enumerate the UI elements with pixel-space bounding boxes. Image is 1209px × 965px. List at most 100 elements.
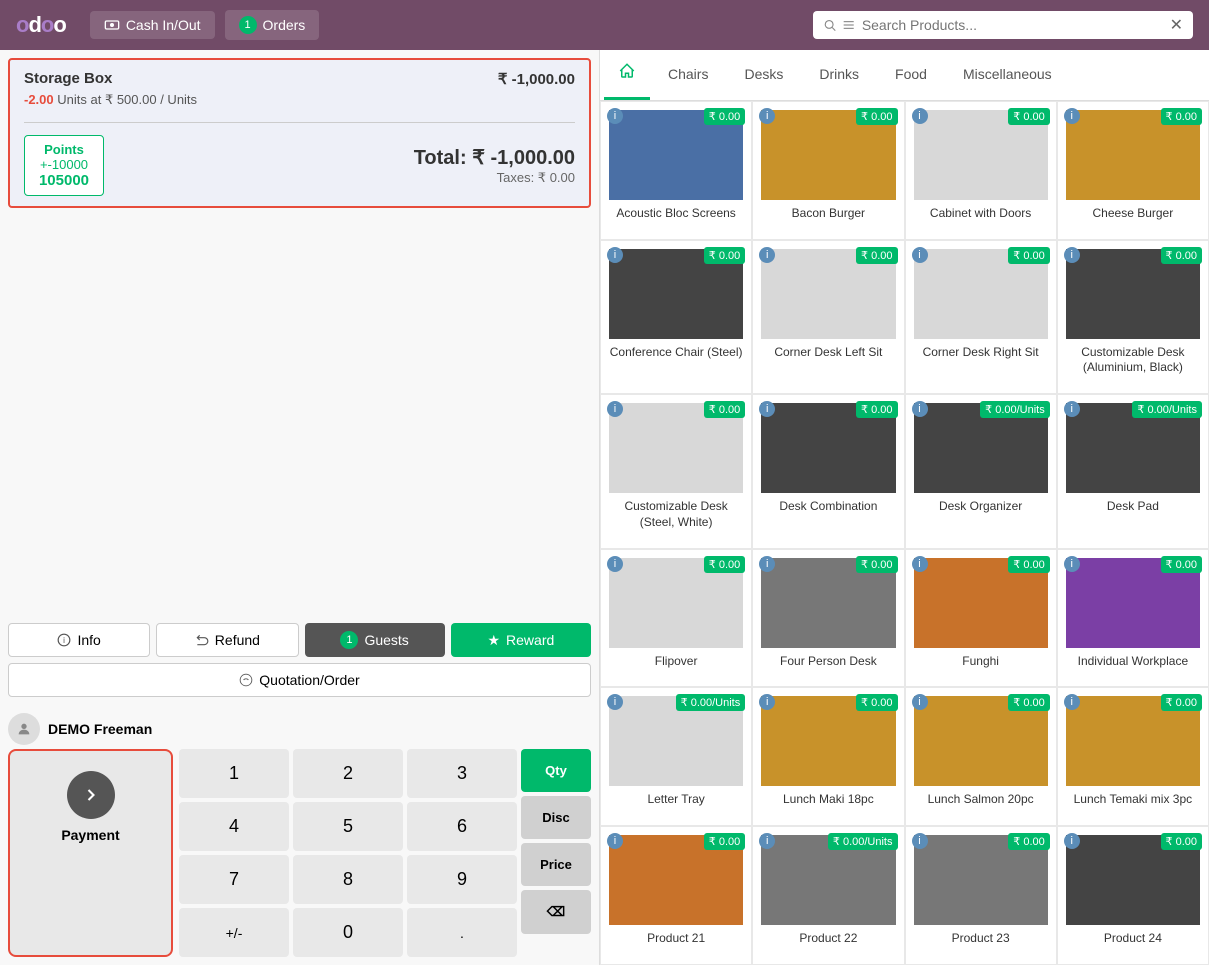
product-card[interactable]: i ₹ 0.00 Corner Desk Right Sit xyxy=(905,240,1057,394)
product-name: Cabinet with Doors xyxy=(930,206,1031,222)
tab-chairs[interactable]: Chairs xyxy=(650,54,726,97)
guests-button[interactable]: 1 Guests xyxy=(305,623,445,657)
payment-button[interactable]: Payment xyxy=(8,749,173,957)
product-card[interactable]: i ₹ 0.00 Conference Chair (Steel) xyxy=(600,240,752,394)
qty-button[interactable]: Qty xyxy=(521,749,591,792)
product-info-badge[interactable]: i xyxy=(607,247,623,263)
refund-button[interactable]: Refund xyxy=(156,623,298,657)
product-info-badge[interactable]: i xyxy=(759,556,775,572)
orders-button[interactable]: 1 Orders xyxy=(225,10,320,40)
product-info-badge[interactable]: i xyxy=(607,108,623,124)
tab-home[interactable] xyxy=(604,50,650,100)
product-card[interactable]: i ₹ 0.00/Units Letter Tray xyxy=(600,687,752,826)
product-info-badge[interactable]: i xyxy=(912,556,928,572)
product-info-badge[interactable]: i xyxy=(912,108,928,124)
product-price-badge: ₹ 0.00 xyxy=(856,694,897,711)
product-price-badge: ₹ 0.00 xyxy=(1008,247,1049,264)
product-name: Lunch Temaki mix 3pc xyxy=(1074,792,1193,808)
product-name: Product 21 xyxy=(647,931,705,947)
key-0[interactable]: 0 xyxy=(293,908,403,957)
numpad-grid-wrapper: 1 2 3 4 5 6 7 8 9 +/- 0 . Qty xyxy=(179,749,591,957)
product-card[interactable]: i ₹ 0.00 Individual Workplace xyxy=(1057,549,1209,688)
tab-desks[interactable]: Desks xyxy=(726,54,801,97)
product-price-badge: ₹ 0.00 xyxy=(856,556,897,573)
product-card[interactable]: i ₹ 0.00/Units Desk Pad xyxy=(1057,394,1209,548)
product-info-badge[interactable]: i xyxy=(912,833,928,849)
key-2[interactable]: 2 xyxy=(293,749,403,798)
tab-miscellaneous[interactable]: Miscellaneous xyxy=(945,54,1070,97)
cash-in-out-button[interactable]: Cash In/Out xyxy=(90,11,215,39)
product-card[interactable]: i ₹ 0.00 Funghi xyxy=(905,549,1057,688)
quotation-label: Quotation/Order xyxy=(259,672,359,688)
product-card[interactable]: i ₹ 0.00 Product 24 xyxy=(1057,826,1209,965)
product-card[interactable]: i ₹ 0.00 Cheese Burger xyxy=(1057,101,1209,240)
key-4[interactable]: 4 xyxy=(179,802,289,851)
product-price-badge: ₹ 0.00 xyxy=(1161,694,1202,711)
product-info-badge[interactable]: i xyxy=(1064,108,1080,124)
product-info-badge[interactable]: i xyxy=(607,556,623,572)
product-card[interactable]: i ₹ 0.00 Bacon Burger xyxy=(752,101,904,240)
product-info-badge[interactable]: i xyxy=(912,401,928,417)
search-input[interactable] xyxy=(862,17,1164,33)
product-card[interactable]: i ₹ 0.00 Lunch Salmon 20pc xyxy=(905,687,1057,826)
key-plus-minus[interactable]: +/- xyxy=(179,908,289,957)
disc-button[interactable]: Disc xyxy=(521,796,591,839)
product-price-badge: ₹ 0.00 xyxy=(1161,833,1202,850)
person-icon xyxy=(16,721,32,737)
key-decimal[interactable]: . xyxy=(407,908,517,957)
product-name: Corner Desk Left Sit xyxy=(774,345,882,361)
action-buttons-row: i Info Refund 1 Guests ★ Reward xyxy=(8,623,591,657)
key-3[interactable]: 3 xyxy=(407,749,517,798)
product-name: Customizable Desk (Aluminium, Black) xyxy=(1066,345,1200,376)
tab-drinks[interactable]: Drinks xyxy=(801,54,877,97)
product-grid: i ₹ 0.00 Acoustic Bloc Screens i ₹ 0.00 … xyxy=(600,101,1209,965)
price-button[interactable]: Price xyxy=(521,843,591,886)
total-main: Total: ₹ -1,000.00 xyxy=(414,145,575,170)
product-card[interactable]: i ₹ 0.00 Lunch Temaki mix 3pc xyxy=(1057,687,1209,826)
product-info-badge[interactable]: i xyxy=(1064,833,1080,849)
product-name: Lunch Maki 18pc xyxy=(783,792,874,808)
search-close-button[interactable]: ✕ xyxy=(1170,15,1183,35)
key-9[interactable]: 9 xyxy=(407,855,517,904)
product-card[interactable]: i ₹ 0.00 Flipover xyxy=(600,549,752,688)
tab-food[interactable]: Food xyxy=(877,54,945,97)
product-card[interactable]: i ₹ 0.00 Corner Desk Left Sit xyxy=(752,240,904,394)
product-name: Cheese Burger xyxy=(1093,206,1174,222)
product-card[interactable]: i ₹ 0.00 Four Person Desk xyxy=(752,549,904,688)
product-card[interactable]: i ₹ 0.00 Customizable Desk (Aluminium, B… xyxy=(1057,240,1209,394)
product-info-badge[interactable]: i xyxy=(1064,247,1080,263)
info-button[interactable]: i Info xyxy=(8,623,150,657)
key-7[interactable]: 7 xyxy=(179,855,289,904)
quotation-button[interactable]: Quotation/Order xyxy=(8,663,591,697)
product-card[interactable]: i ₹ 0.00 Acoustic Bloc Screens xyxy=(600,101,752,240)
product-info-badge[interactable]: i xyxy=(1064,401,1080,417)
reward-button[interactable]: ★ Reward xyxy=(451,623,591,657)
order-item-qty: -2.00 xyxy=(24,92,54,107)
total-block: Total: ₹ -1,000.00 Taxes: ₹ 0.00 xyxy=(414,145,575,186)
product-name: Acoustic Bloc Screens xyxy=(616,206,735,222)
product-card[interactable]: i ₹ 0.00 Product 21 xyxy=(600,826,752,965)
product-price-badge: ₹ 0.00 xyxy=(704,108,745,125)
reward-label: Reward xyxy=(506,632,554,648)
product-card[interactable]: i ₹ 0.00 Customizable Desk (Steel, White… xyxy=(600,394,752,548)
product-info-badge[interactable]: i xyxy=(1064,556,1080,572)
product-info-badge[interactable]: i xyxy=(912,694,928,710)
product-card[interactable]: i ₹ 0.00/Units Desk Organizer xyxy=(905,394,1057,548)
product-card[interactable]: i ₹ 0.00 Product 23 xyxy=(905,826,1057,965)
product-name: Lunch Salmon 20pc xyxy=(928,792,1034,808)
key-1[interactable]: 1 xyxy=(179,749,289,798)
key-5[interactable]: 5 xyxy=(293,802,403,851)
product-card[interactable]: i ₹ 0.00/Units Product 22 xyxy=(752,826,904,965)
numpad-side: Qty Disc Price ⌫ xyxy=(521,749,591,957)
product-card[interactable]: i ₹ 0.00 Cabinet with Doors xyxy=(905,101,1057,240)
key-6[interactable]: 6 xyxy=(407,802,517,851)
backspace-button[interactable]: ⌫ xyxy=(521,890,591,934)
points-change: +-10000 xyxy=(35,157,93,172)
key-8[interactable]: 8 xyxy=(293,855,403,904)
order-item-row: Storage Box ₹ -1,000.00 xyxy=(10,60,589,92)
product-info-badge[interactable]: i xyxy=(759,247,775,263)
product-name: Funghi xyxy=(962,654,999,670)
product-card[interactable]: i ₹ 0.00 Lunch Maki 18pc xyxy=(752,687,904,826)
product-card[interactable]: i ₹ 0.00 Desk Combination xyxy=(752,394,904,548)
product-info-badge[interactable]: i xyxy=(912,247,928,263)
